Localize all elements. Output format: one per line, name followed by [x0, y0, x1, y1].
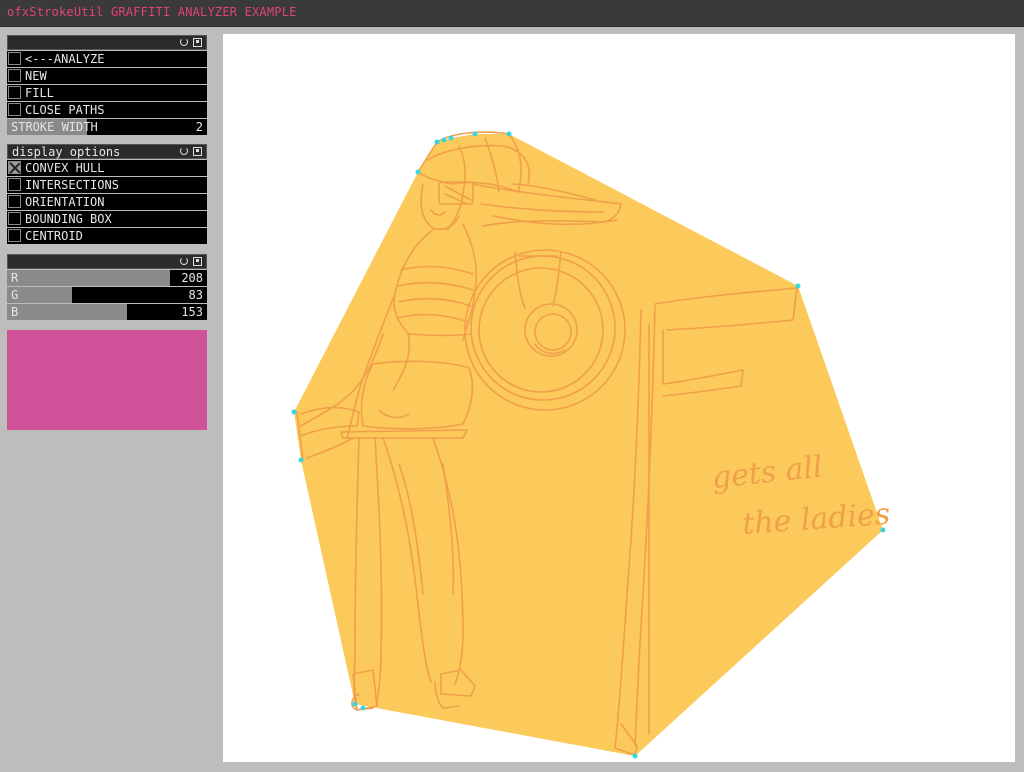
bounding-box-toggle[interactable]: BOUNDING BOX [7, 211, 207, 227]
fill-toggle[interactable]: FILL [7, 85, 207, 101]
red-slider[interactable]: R 208 [7, 270, 207, 286]
reload-icon[interactable] [179, 256, 189, 266]
display-options-title: display options [12, 145, 121, 159]
color-swatch [7, 330, 207, 430]
red-slider-fill [7, 270, 171, 286]
convex-hull-polygon [294, 134, 883, 756]
stroke-width-slider[interactable]: STROKE WIDTH 2 [7, 119, 207, 135]
save-icon[interactable] [193, 38, 202, 47]
analyze-checkbox[interactable] [8, 52, 21, 65]
fill-label: FILL [25, 86, 54, 100]
convex-hull-toggle[interactable]: CONVEX HULL [7, 160, 207, 176]
orientation-checkbox[interactable] [8, 195, 21, 208]
close-paths-checkbox[interactable] [8, 103, 21, 116]
convex-hull-checkbox[interactable] [8, 161, 21, 174]
stroke-width-label: STROKE WIDTH [11, 120, 98, 134]
color-panel-header [7, 254, 207, 269]
new-toggle[interactable]: NEW [7, 68, 207, 84]
blue-slider-value: 153 [181, 305, 203, 319]
green-slider-value: 83 [188, 288, 203, 302]
display-options-panel: display options CONVEX HULL INTERSECTION… [7, 144, 207, 244]
orientation-toggle[interactable]: ORIENTATION [7, 194, 207, 210]
drawing-canvas[interactable]: gets all the ladies [223, 34, 1015, 762]
save-icon[interactable] [193, 257, 202, 266]
close-paths-toggle[interactable]: CLOSE PATHS [7, 102, 207, 118]
bounding-box-label: BOUNDING BOX [25, 212, 112, 226]
analyze-panel: <---ANALYZE NEW FILL CLOSE PATHS STROKE … [7, 35, 207, 135]
stroke-width-value: 2 [195, 120, 203, 134]
bounding-box-checkbox[interactable] [8, 212, 21, 225]
intersections-toggle[interactable]: INTERSECTIONS [7, 177, 207, 193]
window-titlebar: ofxStrokeUtil GRAFFITI ANALYZER EXAMPLE [0, 0, 1024, 27]
analyze-toggle[interactable]: <---ANALYZE [7, 51, 207, 67]
red-slider-label: R [11, 271, 19, 285]
blue-slider-label: B [11, 305, 19, 319]
convex-hull-label: CONVEX HULL [25, 161, 105, 175]
new-checkbox[interactable] [8, 69, 21, 82]
analyze-label: <---ANALYZE [25, 52, 105, 66]
centroid-toggle[interactable]: CENTROID [7, 228, 207, 244]
intersections-label: INTERSECTIONS [25, 178, 119, 192]
color-panel: R 208 G 83 B 153 [7, 254, 207, 320]
green-slider-label: G [11, 288, 19, 302]
graffiti-drawing: gets all the ladies [291, 131, 891, 759]
fill-checkbox[interactable] [8, 86, 21, 99]
red-slider-value: 208 [181, 271, 203, 285]
green-slider[interactable]: G 83 [7, 287, 207, 303]
orientation-label: ORIENTATION [25, 195, 105, 209]
centroid-label: CENTROID [25, 229, 83, 243]
save-icon[interactable] [193, 147, 202, 156]
display-options-header: display options [7, 144, 207, 159]
reload-icon[interactable] [179, 37, 189, 47]
blue-slider-fill [7, 304, 127, 320]
window-title: ofxStrokeUtil GRAFFITI ANALYZER EXAMPLE [7, 5, 297, 19]
reload-icon[interactable] [179, 146, 189, 156]
close-paths-label: CLOSE PATHS [25, 103, 105, 117]
intersections-checkbox[interactable] [8, 178, 21, 191]
blue-slider[interactable]: B 153 [7, 304, 207, 320]
new-label: NEW [25, 69, 47, 83]
centroid-checkbox[interactable] [8, 229, 21, 242]
analyze-panel-header [7, 35, 207, 50]
